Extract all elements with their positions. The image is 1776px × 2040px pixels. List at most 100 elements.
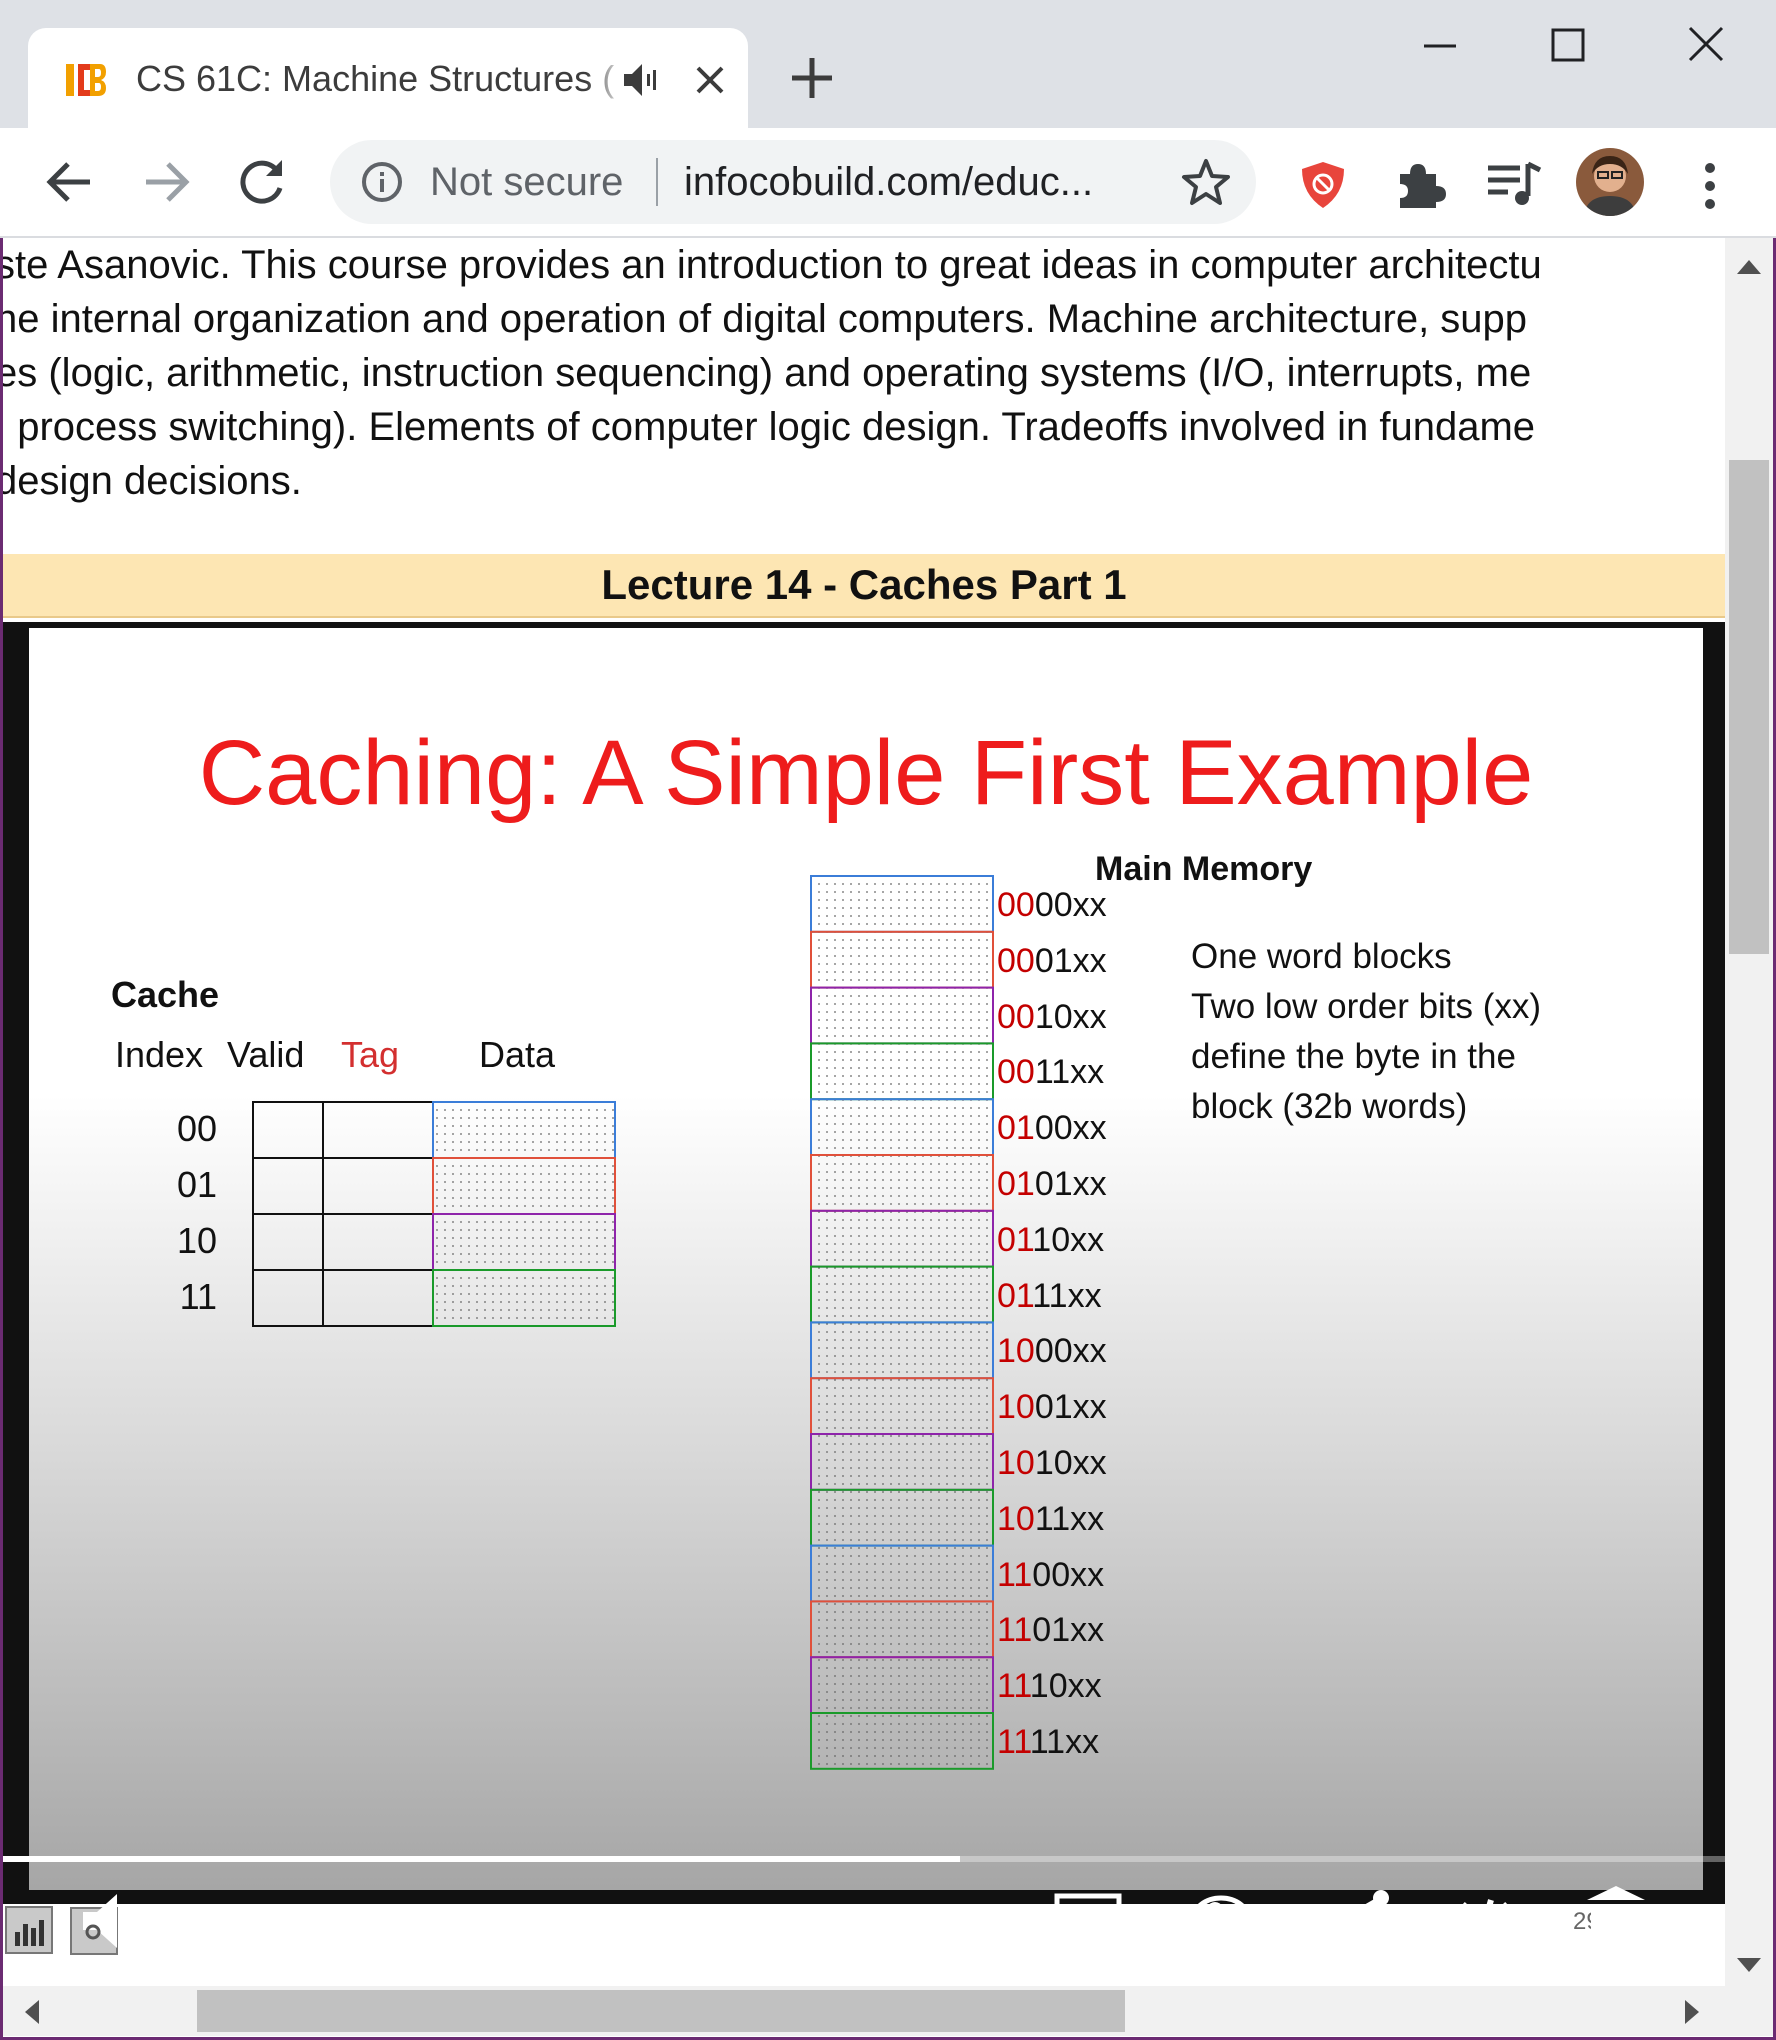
memory-address-label: 0101xx (997, 1165, 1107, 1204)
player-controls: 45:01 / 1:21:00 29 (3, 1862, 1725, 1982)
video-player[interactable]: Caching: A Simple First Example Cache In… (3, 622, 1725, 1955)
cache-data-cell (432, 1157, 616, 1215)
horizontal-scroll-thumb[interactable] (197, 1990, 1125, 2032)
address-low-bits: 00xx (1032, 1555, 1105, 1594)
memory-block (810, 875, 994, 933)
memory-block (810, 1098, 994, 1156)
note-line: Two low order bits (xx) (1191, 987, 1542, 1026)
memory-block (810, 1600, 994, 1659)
media-control-icon[interactable] (1484, 156, 1544, 212)
memory-block (810, 1321, 994, 1380)
horizontal-scrollbar[interactable] (3, 1986, 1725, 2036)
browser-toolbar: Not secure infocobuild.com/educ... (0, 128, 1776, 238)
institution-icon[interactable] (1583, 1884, 1649, 1954)
url-text[interactable]: infocobuild.com/educ... (684, 154, 1093, 210)
cache-row (252, 1213, 616, 1271)
memory-address-label: 0011xx (997, 1053, 1104, 1092)
address-high-bits: 10 (997, 1499, 1035, 1538)
address-low-bits: 01xx (1034, 941, 1107, 980)
slide-title: Caching: A Simple First Example (198, 722, 1534, 824)
forward-arrow-icon[interactable] (134, 150, 198, 214)
main-memory-title: Main Memory (1095, 850, 1313, 888)
main-memory-column (810, 875, 994, 1770)
info-icon[interactable] (360, 160, 404, 204)
address-low-bits: 00xx (1034, 1332, 1107, 1371)
minimize-icon[interactable] (1410, 20, 1470, 70)
profile-avatar[interactable] (1576, 148, 1644, 216)
tab-strip: CS 61C: Machine Structures ( (0, 0, 1776, 128)
bookmark-star-icon[interactable] (1180, 156, 1232, 208)
memory-block (810, 1154, 994, 1212)
cache-row (252, 1157, 616, 1215)
more-menu-icon[interactable] (1690, 156, 1730, 216)
note-line: define the byte in the (1191, 1037, 1516, 1076)
address-high-bits: 11 (997, 1555, 1033, 1594)
address-high-bits: 11 (997, 1723, 1030, 1761)
memory-address-label: 0001xx (997, 942, 1107, 981)
memory-address-label: 1001xx (997, 1388, 1107, 1427)
security-status[interactable]: Not secure (430, 154, 623, 210)
share-icon[interactable] (1331, 1888, 1393, 1952)
cache-label: Cache (111, 974, 220, 1015)
scroll-right-arrow-icon[interactable] (1683, 1998, 1703, 2026)
memory-block (810, 1209, 994, 1268)
address-low-bits: 10xx (1034, 997, 1107, 1036)
embed-code-icon[interactable] (1447, 1896, 1523, 1946)
scroll-down-arrow-icon[interactable] (1735, 1956, 1763, 1976)
memory-address-label: 0110xx (997, 1221, 1104, 1260)
extensions-puzzle-icon[interactable] (1392, 156, 1448, 212)
video-time: 45:01 / 1:21:00 (181, 1904, 436, 1943)
address-low-bits: 10xx (1029, 1667, 1102, 1706)
site-favicon-icon (66, 64, 106, 96)
shield-extension-icon[interactable] (1296, 158, 1350, 212)
description-line: design decisions. (3, 459, 302, 503)
vertical-scrollbar[interactable] (1725, 238, 1773, 2036)
memory-block (810, 1042, 994, 1101)
maximize-icon[interactable] (1538, 20, 1598, 70)
course-description: ste Asanovic. This course provides an in… (3, 238, 1725, 508)
scroll-left-arrow-icon[interactable] (21, 1998, 41, 2026)
address-low-bits: 01xx (1034, 1165, 1107, 1203)
omnibox-divider (656, 158, 658, 206)
memory-address-label: 1000xx (997, 1332, 1107, 1371)
address-high-bits: 10 (997, 1444, 1035, 1482)
back-arrow-icon[interactable] (38, 150, 102, 214)
page-viewport: ste Asanovic. This course provides an in… (3, 238, 1725, 1986)
reload-icon[interactable] (230, 150, 294, 214)
address-high-bits: 01 (997, 1165, 1035, 1203)
cache-header-valid: Valid (227, 1034, 305, 1075)
description-line: ste Asanovic. This course provides an in… (3, 243, 1542, 287)
address-low-bits: 11xx (1032, 1276, 1102, 1315)
address-high-bits: 01 (997, 1220, 1033, 1259)
address-bar[interactable]: Not secure infocobuild.com/educ... (330, 140, 1256, 224)
audio-playing-icon[interactable] (620, 58, 660, 102)
cache-tag-cell (322, 1269, 434, 1327)
memory-block (810, 1265, 994, 1324)
address-low-bits: 11xx (1029, 1723, 1100, 1761)
cache-header-data: Data (479, 1034, 556, 1075)
memory-address-label: 0000xx (997, 886, 1107, 925)
stats-icon[interactable] (5, 1906, 53, 1954)
address-low-bits: 01xx (1034, 1388, 1107, 1427)
tab-close-icon[interactable] (688, 58, 732, 102)
address-low-bits: 10xx (1034, 1444, 1107, 1482)
contrast-icon[interactable] (1189, 1894, 1253, 1946)
memory-block (810, 1712, 994, 1770)
cache-tag-cell (322, 1157, 434, 1215)
cache-data-cell (432, 1213, 616, 1271)
cache-row (252, 1269, 616, 1327)
window-close-icon[interactable] (1676, 20, 1736, 70)
cache-valid-cell (252, 1101, 324, 1159)
scroll-up-arrow-icon[interactable] (1735, 256, 1763, 276)
volume-icon[interactable] (67, 1882, 157, 1962)
airplay-icon[interactable] (1053, 1892, 1123, 1948)
cache-tag-cell (322, 1101, 434, 1159)
lecture-slide: Caching: A Simple First Example Cache In… (29, 628, 1703, 1890)
current-time: 45:01 (181, 1904, 267, 1942)
new-tab-icon[interactable] (786, 52, 838, 104)
browser-tab[interactable]: CS 61C: Machine Structures ( (28, 28, 748, 128)
vertical-scroll-thumb[interactable] (1729, 460, 1769, 954)
avatar-image-icon (1576, 148, 1644, 216)
description-line: , process switching). Elements of comput… (3, 405, 1536, 449)
address-high-bits: 11 (997, 1667, 1030, 1706)
